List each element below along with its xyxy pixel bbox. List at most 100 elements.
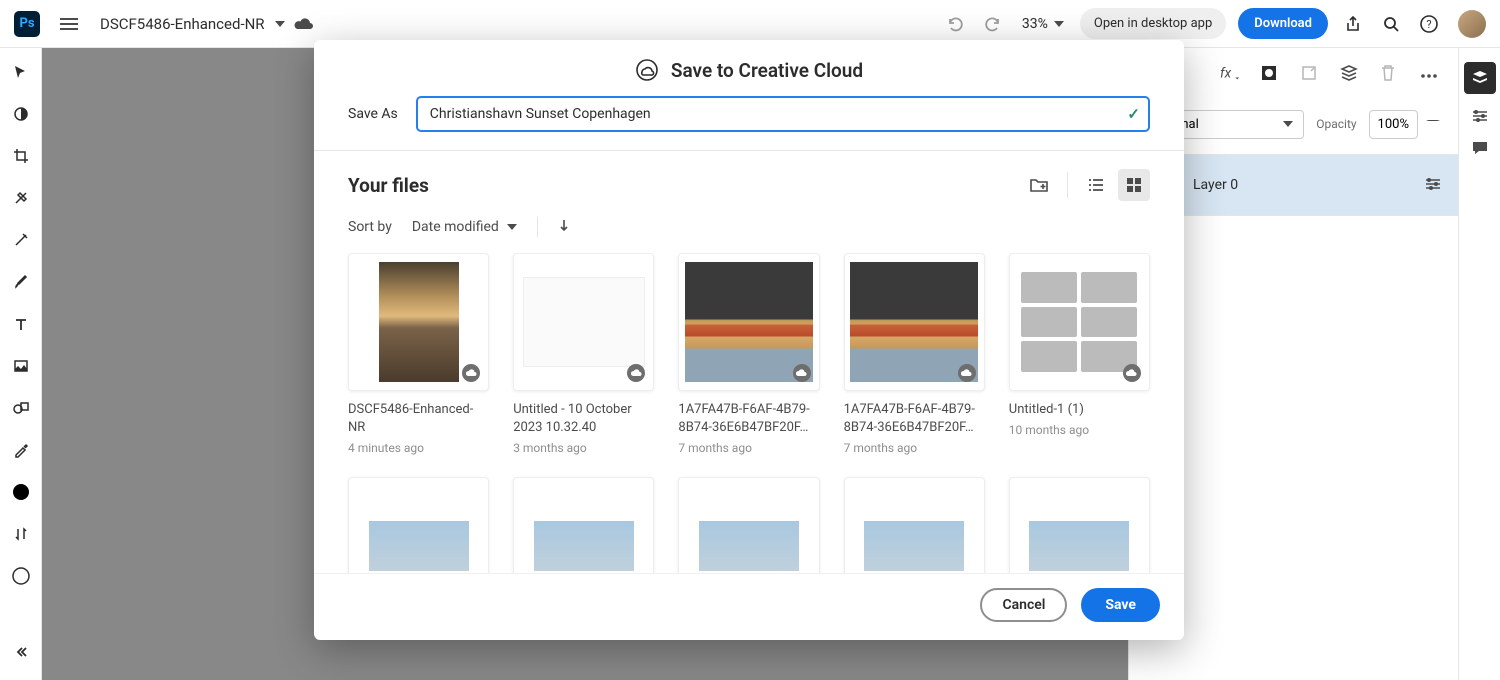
- cloud-badge-icon: [793, 364, 811, 382]
- file-thumbnail: [348, 477, 489, 573]
- foreground-color-icon[interactable]: [11, 482, 31, 502]
- divider: [1067, 172, 1068, 198]
- file-thumbnail: [1009, 253, 1150, 391]
- file-card[interactable]: [678, 477, 819, 573]
- save-as-input[interactable]: [416, 96, 1150, 132]
- grid-view-icon[interactable]: [1118, 169, 1150, 201]
- modal-header: Save to Creative Cloud: [314, 40, 1184, 96]
- background-color-icon[interactable]: [11, 566, 31, 586]
- files-header-row: Your files: [314, 151, 1184, 211]
- document-name-dropdown[interactable]: DSCF5486-Enhanced-NR: [100, 15, 285, 33]
- opacity-select[interactable]: 100%: [1369, 110, 1418, 139]
- cancel-button[interactable]: Cancel: [980, 588, 1067, 622]
- file-thumbnail: [513, 477, 654, 573]
- undo-icon[interactable]: [944, 13, 966, 35]
- move-tool-icon[interactable]: [11, 62, 31, 82]
- add-adjustment-icon[interactable]: [1300, 64, 1320, 84]
- layer-name: Layer 0: [1193, 177, 1412, 193]
- file-time: 4 minutes ago: [348, 441, 489, 455]
- file-card[interactable]: DSCF5486-Enhanced-NR 4 minutes ago: [348, 253, 489, 455]
- file-thumbnail: [513, 253, 654, 391]
- save-button[interactable]: Save: [1081, 588, 1160, 622]
- chevron-down-icon: [507, 224, 517, 230]
- files-title: Your files: [348, 174, 429, 197]
- chevron-down-icon[interactable]: [1424, 120, 1442, 129]
- quick-actions-tool-icon[interactable]: [11, 230, 31, 250]
- file-time: 7 months ago: [678, 441, 819, 455]
- properties-tab-icon[interactable]: [1470, 106, 1490, 126]
- file-card[interactable]: Untitled - 10 October 2023 10.32.40 3 mon…: [513, 253, 654, 455]
- layers-tab-icon[interactable]: [1464, 62, 1496, 94]
- swap-colors-icon[interactable]: [11, 524, 31, 544]
- photoshop-logo-icon: Ps: [14, 11, 40, 37]
- hamburger-menu-icon[interactable]: [60, 15, 78, 33]
- adjustments-tool-icon[interactable]: [11, 104, 31, 124]
- right-toolbar: [1458, 48, 1500, 680]
- file-card[interactable]: 1A7FA47B-F6AF-4B79-8B74-36E6B47BF20F…7 m…: [678, 253, 819, 455]
- file-card[interactable]: [844, 477, 985, 573]
- cloud-status-icon[interactable]: [293, 13, 315, 35]
- file-card[interactable]: [1009, 477, 1150, 573]
- modal-title: Save to Creative Cloud: [671, 59, 863, 82]
- eyedropper-tool-icon[interactable]: [11, 440, 31, 460]
- left-toolbar: [0, 48, 42, 680]
- open-in-desktop-button[interactable]: Open in desktop app: [1080, 8, 1226, 39]
- file-name: DSCF5486-Enhanced-NR: [348, 401, 489, 437]
- chevron-down-icon: [1054, 21, 1064, 27]
- opacity-value: 100%: [1378, 117, 1409, 132]
- image-tool-icon[interactable]: [11, 356, 31, 376]
- file-thumbnail: [1009, 477, 1150, 573]
- mask-icon[interactable]: [1260, 64, 1280, 84]
- help-icon[interactable]: ?: [1418, 13, 1440, 35]
- file-name: Untitled-1 (1): [1009, 401, 1150, 419]
- user-avatar[interactable]: [1458, 10, 1486, 38]
- sort-by-value: Date modified: [412, 219, 499, 235]
- sort-direction-icon[interactable]: [558, 218, 570, 236]
- document-name: DSCF5486-Enhanced-NR: [100, 15, 265, 33]
- more-icon[interactable]: [1420, 64, 1440, 84]
- check-icon: ✓: [1127, 105, 1140, 123]
- file-thumbnail: [678, 477, 819, 573]
- file-thumbnail: [348, 253, 489, 391]
- heal-tool-icon[interactable]: [11, 188, 31, 208]
- crop-tool-icon[interactable]: [11, 146, 31, 166]
- file-name: 1A7FA47B-F6AF-4B79-8B74-36E6B47BF20F…: [844, 401, 985, 437]
- zoom-dropdown[interactable]: 33%: [1022, 16, 1064, 32]
- shapes-tool-icon[interactable]: [11, 398, 31, 418]
- comments-tab-icon[interactable]: [1470, 138, 1490, 158]
- file-card[interactable]: [513, 477, 654, 573]
- redo-icon[interactable]: [982, 13, 1004, 35]
- sort-row: Sort by Date modified: [314, 211, 1184, 253]
- search-icon[interactable]: [1380, 13, 1402, 35]
- brush-tool-icon[interactable]: [11, 272, 31, 292]
- file-card[interactable]: [348, 477, 489, 573]
- cloud-badge-icon: [627, 364, 645, 382]
- svg-text:?: ?: [1426, 18, 1431, 31]
- file-time: 7 months ago: [844, 441, 985, 455]
- share-icon[interactable]: [1342, 13, 1364, 35]
- cloud-badge-icon: [462, 364, 480, 382]
- file-card[interactable]: 1A7FA47B-F6AF-4B79-8B74-36E6B47BF20F… 7 m…: [844, 253, 985, 455]
- layers-stack-icon[interactable]: [1340, 64, 1360, 84]
- file-name: Untitled - 10 October 2023 10.32.40: [513, 401, 654, 437]
- list-view-icon[interactable]: [1080, 169, 1112, 201]
- save-as-label: Save As: [348, 106, 398, 122]
- download-button[interactable]: Download: [1238, 8, 1328, 39]
- file-time: 3 months ago: [513, 441, 654, 455]
- file-card[interactable]: Untitled-1 (1)10 months ago: [1009, 253, 1150, 455]
- chevron-down-icon: [1283, 121, 1293, 127]
- new-folder-icon[interactable]: [1023, 169, 1055, 201]
- sort-by-select[interactable]: Date modified: [412, 219, 517, 235]
- modal-footer: Cancel Save: [314, 573, 1184, 640]
- effects-icon[interactable]: fx: [1220, 64, 1240, 84]
- layer-options-icon[interactable]: [1424, 176, 1442, 195]
- opacity-label: Opacity: [1316, 117, 1356, 131]
- trash-icon[interactable]: [1380, 64, 1400, 84]
- cloud-badge-icon: [1123, 364, 1141, 382]
- collapse-toolbar-icon[interactable]: [11, 642, 31, 662]
- divider: [537, 217, 538, 237]
- type-tool-icon[interactable]: [11, 314, 31, 334]
- file-thumbnail: [844, 477, 985, 573]
- files-grid: DSCF5486-Enhanced-NR 4 minutes ago Untitle…: [314, 253, 1184, 573]
- chevron-down-icon: [275, 21, 285, 27]
